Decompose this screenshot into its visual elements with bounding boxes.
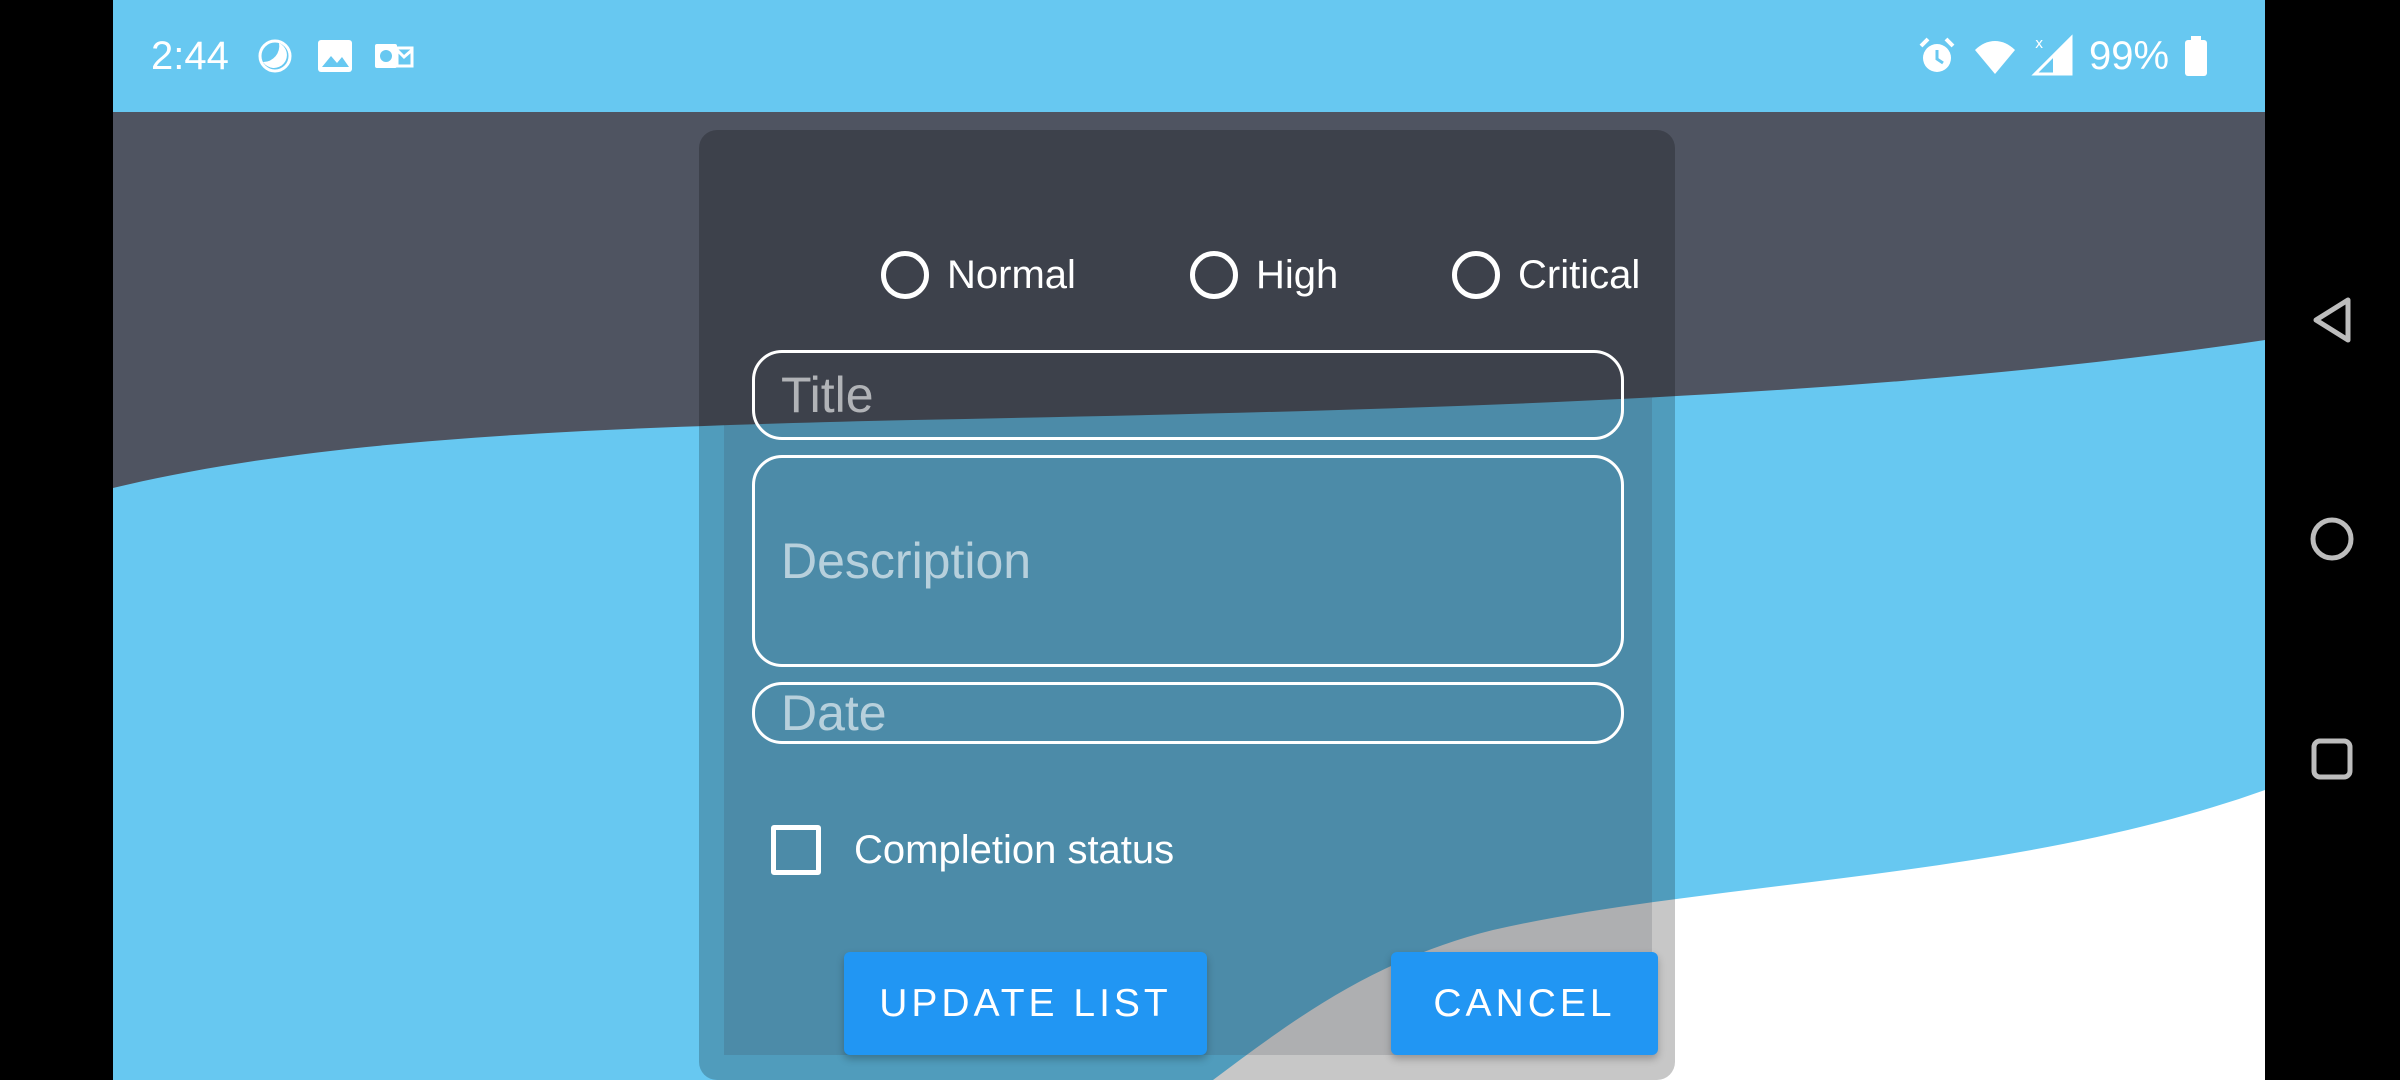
completion-status-row[interactable]: Completion status xyxy=(724,815,1652,885)
back-button[interactable] xyxy=(2287,275,2377,365)
radio-label-high: High xyxy=(1256,252,1339,297)
priority-radio-critical[interactable]: Critical xyxy=(1452,235,1640,315)
svg-text:x: x xyxy=(2035,36,2043,52)
recents-button[interactable] xyxy=(2287,714,2377,804)
navigation-bar xyxy=(2265,0,2400,1080)
description-placeholder: Description xyxy=(781,533,1032,589)
outlook-icon xyxy=(375,44,414,68)
wifi-icon xyxy=(1975,41,2015,74)
cancel-button[interactable]: CANCEL xyxy=(1391,952,1658,1055)
priority-radio-high[interactable]: High xyxy=(1190,235,1338,315)
radio-circle[interactable] xyxy=(881,251,929,299)
radio-circle[interactable] xyxy=(1452,251,1500,299)
radio-label-critical: Critical xyxy=(1518,252,1641,297)
battery-icon xyxy=(2185,36,2207,76)
alarm-icon xyxy=(1919,37,1955,72)
title-input[interactable]: Title xyxy=(752,350,1624,440)
date-input[interactable]: Date xyxy=(752,682,1624,744)
update-list-button[interactable]: UPDATE LIST xyxy=(844,952,1207,1055)
back-icon xyxy=(2313,297,2351,343)
moon-icon xyxy=(258,39,292,73)
radio-label-normal: Normal xyxy=(947,252,1076,297)
radio-circle[interactable] xyxy=(1190,251,1238,299)
priority-radio-group: Normal High Critical xyxy=(724,235,1652,315)
completion-checkbox[interactable] xyxy=(771,825,821,875)
description-input[interactable]: Description xyxy=(752,455,1624,667)
battery-percent: 99% xyxy=(2089,34,2170,78)
home-icon xyxy=(2310,517,2354,561)
home-button[interactable] xyxy=(2287,494,2377,584)
completion-status-label: Completion status xyxy=(854,828,1175,872)
edit-task-dialog: Normal High Critical Title Description D… xyxy=(724,155,1658,1055)
recents-icon xyxy=(2311,738,2353,780)
status-bar: 2:44 x 99% xyxy=(113,0,2265,112)
app-screen: 2:44 x 99% Normal High Critical Title De… xyxy=(113,0,2265,1080)
date-placeholder: Date xyxy=(781,685,887,741)
title-placeholder: Title xyxy=(781,367,874,423)
image-icon xyxy=(318,40,352,72)
status-time: 2:44 xyxy=(151,34,229,78)
signal-icon: x xyxy=(2031,34,2073,76)
priority-radio-normal[interactable]: Normal xyxy=(881,235,1076,315)
